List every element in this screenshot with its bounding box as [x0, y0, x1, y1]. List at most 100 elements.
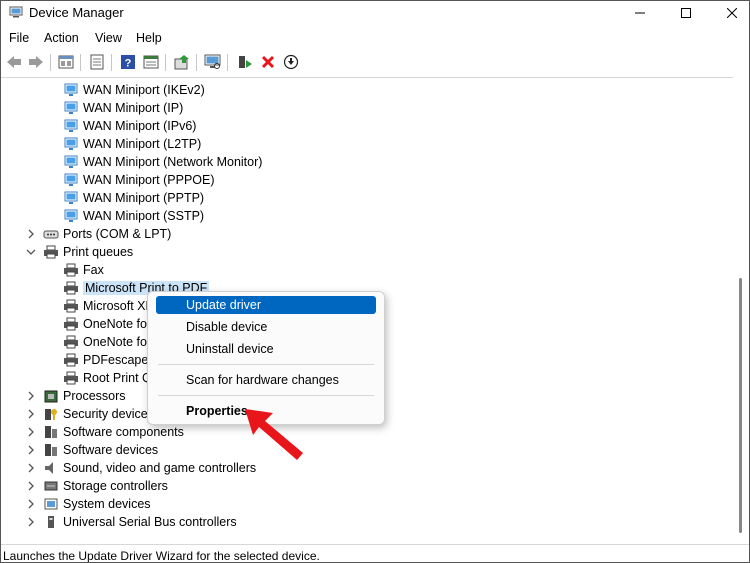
- context-uninstall-device[interactable]: Uninstall device: [156, 340, 376, 358]
- vertical-scrollbar[interactable]: [734, 78, 749, 543]
- maximize-icon: [681, 8, 691, 18]
- update-driver-button[interactable]: [173, 53, 191, 71]
- toolbar-separator: [196, 54, 197, 71]
- chevron-right-icon[interactable]: [26, 499, 36, 509]
- storage-device-icon: [43, 479, 59, 493]
- chevron-right-icon[interactable]: [26, 427, 36, 437]
- forward-button[interactable]: [27, 53, 45, 71]
- chevron-right-icon[interactable]: [26, 229, 36, 239]
- system-device-icon: [43, 497, 59, 511]
- minimize-icon: [635, 12, 645, 14]
- download-button[interactable]: [282, 53, 300, 71]
- tree-item[interactable]: System devices: [28, 495, 151, 513]
- properties-toolbar-button[interactable]: [57, 53, 75, 71]
- tree-item-label: Security devices: [63, 407, 155, 421]
- tree-item-label: Storage controllers: [63, 479, 168, 493]
- properties-icon: [58, 55, 74, 69]
- tree-item-label: WAN Miniport (SSTP): [83, 209, 205, 223]
- scan-icon: [204, 54, 221, 69]
- svg-text:?: ?: [125, 58, 132, 70]
- chevron-right-icon[interactable]: [26, 409, 36, 419]
- network-device-icon: [63, 101, 79, 115]
- tree-item-label: WAN Miniport (IP): [83, 101, 184, 115]
- tree-item-label: WAN Miniport (Network Monitor): [83, 155, 263, 169]
- tree-item[interactable]: Storage controllers: [28, 477, 168, 495]
- tree-item[interactable]: Software devices: [28, 441, 158, 459]
- show-hidden-button[interactable]: [88, 53, 106, 71]
- sound-device-icon: [43, 461, 59, 475]
- device-manager-icon: [9, 6, 23, 18]
- tree-item[interactable]: Processors: [28, 387, 126, 405]
- tree-item[interactable]: WAN Miniport (PPPOE): [63, 171, 215, 189]
- update-driver-icon: [174, 55, 189, 70]
- tree-item[interactable]: WAN Miniport (L2TP): [63, 135, 201, 153]
- context-separator: [158, 395, 374, 396]
- enable-device-icon: [239, 56, 252, 68]
- network-device-icon: [63, 209, 79, 223]
- processor-device-icon: [43, 389, 59, 403]
- printer-device-icon: [63, 371, 79, 385]
- help-button[interactable]: ?: [119, 53, 137, 71]
- view-button[interactable]: [142, 53, 160, 71]
- printer-device-icon: [63, 281, 79, 295]
- toolbar-separator: [80, 54, 81, 71]
- enable-device-button[interactable]: [236, 53, 254, 71]
- menu-help[interactable]: Help: [136, 31, 162, 45]
- software-device-icon: [43, 443, 59, 457]
- tree-item[interactable]: Ports (COM & LPT): [28, 225, 172, 243]
- tree-item[interactable]: Print queues: [26, 243, 134, 261]
- tree-item[interactable]: Sound, video and game controllers: [28, 459, 257, 477]
- toolbar-separator: [111, 54, 112, 71]
- tree-item-label: Ports (COM & LPT): [63, 227, 172, 241]
- minimize-button[interactable]: [617, 1, 663, 25]
- scan-button[interactable]: [204, 53, 222, 71]
- tree-item[interactable]: Software components: [28, 423, 184, 441]
- tree-item-label: WAN Miniport (PPTP): [83, 191, 205, 205]
- tree-item[interactable]: Fax: [63, 261, 104, 279]
- tree-item[interactable]: WAN Miniport (Network Monitor): [63, 153, 262, 171]
- scrollbar-thumb[interactable]: [739, 278, 742, 533]
- tree-item[interactable]: WAN Miniport (PPTP): [63, 189, 204, 207]
- maximize-button[interactable]: [663, 1, 709, 25]
- tree-item[interactable]: Universal Serial Bus controllers: [28, 513, 237, 531]
- printer-device-icon: [63, 263, 79, 277]
- tree-item[interactable]: Security devices: [28, 405, 155, 423]
- port-device-icon: [43, 227, 59, 241]
- context-update-driver[interactable]: Update driver: [156, 296, 376, 314]
- tree-item-label: Print queues: [63, 245, 134, 259]
- context-disable-device[interactable]: Disable device: [156, 318, 376, 336]
- tree-item-label: WAN Miniport (IKEv2): [83, 83, 205, 97]
- tree-item[interactable]: WAN Miniport (IP): [63, 99, 183, 117]
- chevron-right-icon[interactable]: [26, 481, 36, 491]
- chevron-down-icon[interactable]: [26, 247, 36, 257]
- chevron-right-icon[interactable]: [26, 391, 36, 401]
- back-icon: [7, 56, 21, 68]
- tree-item-label: WAN Miniport (PPPOE): [83, 173, 215, 187]
- uninstall-button[interactable]: [259, 53, 277, 71]
- context-scan-hardware[interactable]: Scan for hardware changes: [156, 371, 376, 389]
- status-bar: Launches the Update Driver Wizard for th…: [1, 544, 749, 563]
- tree-item[interactable]: WAN Miniport (SSTP): [63, 207, 204, 225]
- tree-item-label: Sound, video and game controllers: [63, 461, 257, 475]
- close-button[interactable]: [709, 1, 749, 25]
- printer-device-icon: [63, 317, 79, 331]
- context-separator: [158, 364, 374, 365]
- tree-item[interactable]: WAN Miniport (IKEv2): [63, 81, 205, 99]
- menu-view[interactable]: View: [95, 31, 122, 45]
- back-button[interactable]: [5, 53, 23, 71]
- chevron-right-icon[interactable]: [26, 463, 36, 473]
- tree-item[interactable]: WAN Miniport (IPv6): [63, 117, 196, 135]
- printer-device-icon: [63, 299, 79, 313]
- menu-action[interactable]: Action: [44, 31, 79, 45]
- network-device-icon: [63, 191, 79, 205]
- usb-device-icon: [43, 515, 59, 529]
- tree-item-label: WAN Miniport (L2TP): [83, 137, 202, 151]
- forward-icon: [29, 56, 43, 68]
- chevron-right-icon[interactable]: [26, 517, 36, 527]
- status-text: Launches the Update Driver Wizard for th…: [3, 549, 320, 563]
- download-icon: [283, 54, 299, 70]
- menu-file[interactable]: File: [9, 31, 29, 45]
- printer-device-icon: [63, 353, 79, 367]
- printer-device-icon: [43, 245, 59, 259]
- chevron-right-icon[interactable]: [26, 445, 36, 455]
